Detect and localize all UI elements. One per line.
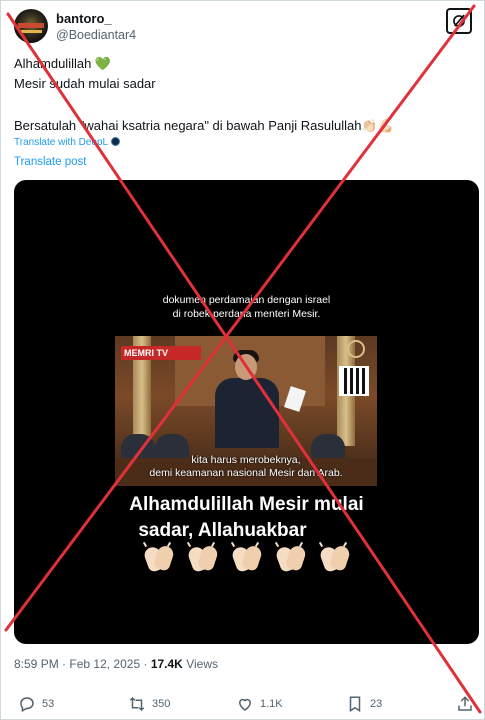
tweet-text-line-2: Mesir sudah mulai sadar: [14, 76, 156, 91]
repost-button[interactable]: 350: [128, 693, 170, 715]
translate-deepl-link[interactable]: Translate with DeepL: [14, 137, 121, 148]
grok-icon[interactable]: [446, 8, 472, 34]
reply-button[interactable]: 53: [18, 693, 54, 715]
bookmark-button[interactable]: 23: [346, 693, 382, 715]
clap-emoji: [230, 541, 264, 575]
clap-emoji: [186, 541, 220, 575]
author-name[interactable]: bantoro_: [56, 11, 112, 26]
author-handle[interactable]: @Boediantar4: [56, 28, 136, 42]
share-button[interactable]: [456, 693, 480, 715]
like-icon: [238, 698, 252, 711]
bookmark-icon: [349, 696, 361, 713]
media-big-text-1: Alhamdulillah Mesir mulai: [129, 494, 364, 515]
media-caption-top-2: di robek perdana menteri Mesir.: [172, 308, 321, 320]
video-caption-2: demi keamanan nasional Mesir dan Arab.: [149, 467, 343, 479]
qr-code: [339, 366, 369, 396]
media-caption-top-1: dokumen perdamaian dengan israel: [162, 294, 331, 306]
repost-count: 350: [152, 698, 171, 710]
post-date[interactable]: Feb 12, 2025: [69, 657, 140, 671]
clap-emoji-row: [142, 541, 352, 577]
repost-icon: [129, 696, 145, 712]
translate-post-link[interactable]: Translate post: [14, 156, 86, 168]
video-media[interactable]: dokumen perdamaian dengan israel di robe…: [14, 180, 479, 644]
views-label: Views: [186, 657, 218, 671]
views-count: 17.4K: [150, 657, 183, 671]
reply-icon: [20, 697, 34, 713]
avatar[interactable]: [14, 9, 48, 43]
channel-logo: [347, 340, 365, 358]
bookmark-count: 23: [370, 698, 383, 710]
post-meta: 8:59 PM · Feb 12, 2025 · 17.4K Views: [14, 657, 218, 671]
translate-deepl-label: Translate with DeepL: [14, 137, 109, 148]
reply-count: 53: [42, 698, 55, 710]
tweet-text-line-1: Alhamdulillah 💚: [14, 56, 112, 71]
like-button[interactable]: 1.1K: [236, 693, 283, 715]
video-caption-1: kita harus merobeknya,: [191, 454, 301, 466]
clap-emoji: [142, 541, 176, 575]
media-big-text-2: sadar, Allahuakbar: [138, 520, 307, 541]
clap-emoji: [274, 541, 308, 575]
meta-separator: ·: [143, 657, 151, 671]
like-count: 1.1K: [260, 698, 283, 710]
deepl-icon: [111, 137, 121, 146]
share-icon: [458, 696, 472, 711]
tweet-text-line-3: Bersatulah "wahai ksatria negara" di baw…: [14, 118, 394, 133]
post-header: bantoro_ @Boediantar4: [14, 8, 472, 48]
post-time[interactable]: 8:59 PM: [14, 657, 59, 671]
video-frame: MEMRI TV kita harus merobeknya, demi kea…: [115, 336, 377, 486]
clap-emoji: [318, 541, 352, 575]
memri-tv-watermark: MEMRI TV: [121, 346, 201, 360]
action-bar: 53 350 1.1K 23: [14, 693, 476, 715]
